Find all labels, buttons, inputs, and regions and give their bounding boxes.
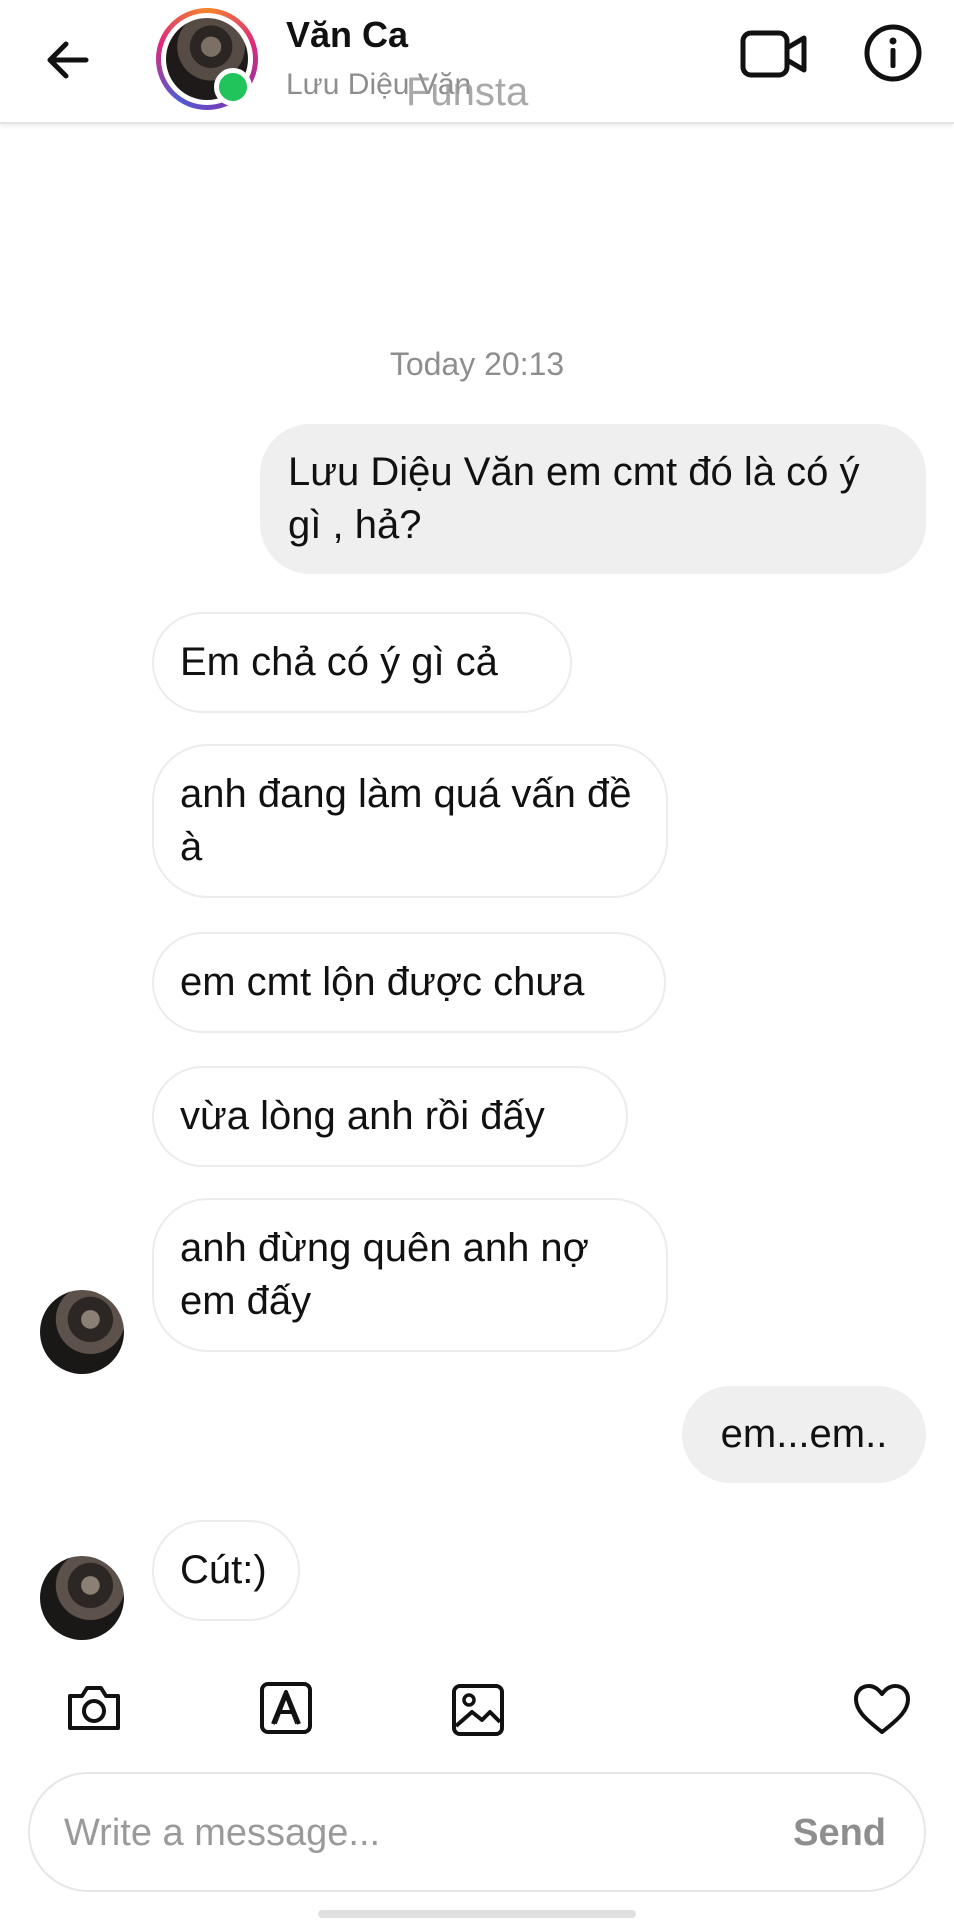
- sender-avatar[interactable]: [40, 1556, 124, 1640]
- message-input[interactable]: Write a message...: [64, 1812, 380, 1855]
- incoming-message[interactable]: anh đừng quên anh nợ em đấy: [152, 1198, 668, 1352]
- chat-timestamp: Today 20:13: [389, 346, 565, 382]
- message-text: vừa lòng anh rồi đấy: [180, 1094, 545, 1138]
- message-text: anh đừng quên anh nợ em đấy: [180, 1226, 589, 1323]
- home-indicator: [318, 1910, 636, 1918]
- incoming-message[interactable]: Cút:): [152, 1520, 300, 1621]
- chat-header: Văn Ca Lưu Diệu Văn Funsta: [0, 0, 954, 124]
- info-icon[interactable]: [864, 24, 922, 82]
- incoming-message[interactable]: em cmt lộn được chưa: [152, 932, 666, 1033]
- outgoing-message[interactable]: em...em..: [682, 1386, 926, 1483]
- message-text: anh đang làm quá vấn đề à: [180, 772, 632, 869]
- incoming-message[interactable]: vừa lòng anh rồi đấy: [152, 1066, 628, 1167]
- online-status-dot: [214, 68, 252, 106]
- message-text: Lưu Diệu Văn em cmt đó là có ý gì , hả?: [288, 450, 860, 547]
- outgoing-message[interactable]: Lưu Diệu Văn em cmt đó là có ý gì , hả?: [260, 424, 926, 574]
- message-text: em...em..: [720, 1412, 888, 1456]
- send-button[interactable]: Send: [793, 1812, 886, 1855]
- message-composer[interactable]: Write a message... Send: [28, 1772, 926, 1892]
- watermark: Funsta: [406, 70, 529, 114]
- video-call-icon[interactable]: [740, 28, 808, 80]
- camera-icon[interactable]: [64, 1678, 124, 1738]
- message-text: Em chả có ý gì cả: [180, 640, 498, 684]
- gallery-icon[interactable]: [448, 1680, 508, 1740]
- sender-avatar[interactable]: [40, 1290, 124, 1374]
- incoming-message[interactable]: Em chả có ý gì cả: [152, 612, 572, 713]
- incoming-message[interactable]: anh đang làm quá vấn đề à: [152, 744, 668, 898]
- back-arrow-icon[interactable]: [40, 32, 96, 88]
- heart-icon[interactable]: [852, 1680, 912, 1740]
- sticker-icon[interactable]: [256, 1678, 316, 1738]
- message-text: em cmt lộn được chưa: [180, 960, 585, 1004]
- contact-name[interactable]: Văn Ca: [286, 14, 408, 56]
- message-text: Cút:): [180, 1548, 267, 1592]
